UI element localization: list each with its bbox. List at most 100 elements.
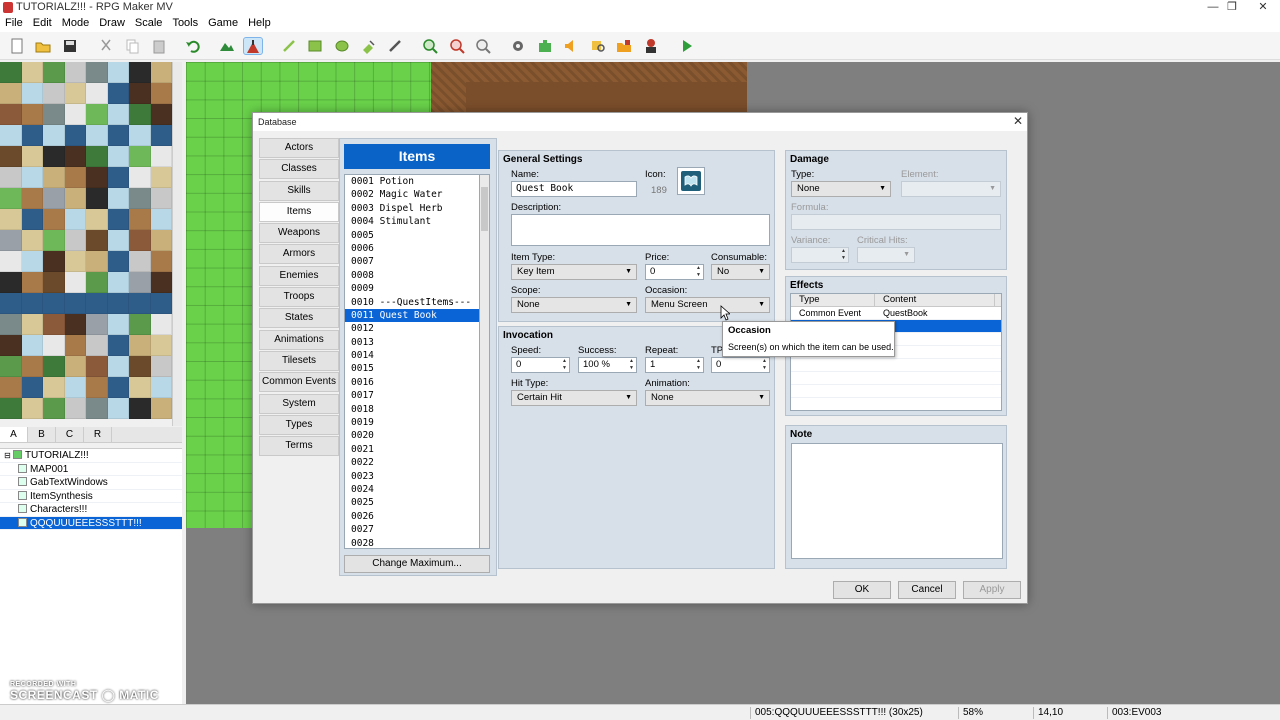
menu-mode[interactable]: Mode [57,16,95,32]
tile-swatch[interactable] [43,209,65,230]
tile-swatch[interactable] [129,125,151,146]
tile-swatch[interactable] [21,188,43,209]
tile-swatch[interactable] [129,104,151,125]
tile-swatch[interactable] [150,398,172,419]
tile-swatch[interactable] [129,398,151,419]
nav-common-events[interactable]: Common Events [259,372,339,393]
tile-swatch[interactable] [21,356,43,377]
tile-swatch[interactable] [150,167,172,188]
tile-swatch[interactable] [21,398,43,419]
plugin-manager-icon[interactable] [535,37,555,55]
effects-row-empty[interactable] [791,372,1001,385]
item-row[interactable]: 0018 [345,403,479,416]
nav-types[interactable]: Types [259,414,339,435]
map-mode-icon[interactable] [217,37,237,55]
occasion-select[interactable]: Menu Screen ▼ [645,297,770,313]
tile-swatch[interactable] [150,293,172,314]
tileset-scrollbar[interactable] [172,62,182,426]
spinner-arrows-icon[interactable]: ▲ ▼ [696,358,701,372]
item-row[interactable]: 0002 Magic Water [345,188,479,201]
pencil-tool-icon[interactable] [279,37,299,55]
tile-swatch[interactable] [21,377,43,398]
tile-swatch[interactable] [43,146,65,167]
tileset-row[interactable] [0,356,172,377]
tile-swatch[interactable] [64,230,86,251]
tile-swatch[interactable] [64,335,86,356]
tile-swatch[interactable] [64,125,86,146]
tile-swatch[interactable] [150,251,172,272]
tile-swatch[interactable] [150,356,172,377]
nav-system[interactable]: System [259,393,339,414]
tile-swatch[interactable] [43,230,65,251]
tile-swatch[interactable] [107,377,129,398]
tileset-row[interactable] [0,251,172,272]
price-spinner[interactable]: 0 ▲ ▼ [645,264,704,280]
item-row[interactable]: 0005 [345,229,479,242]
tileset-row[interactable] [0,125,172,146]
tile-swatch[interactable] [0,104,22,125]
resource-manager-icon[interactable] [614,37,634,55]
element-select[interactable]: ▼ [901,181,1001,197]
item-row[interactable]: 0026 [345,510,479,523]
tile-swatch[interactable] [129,209,151,230]
tile-swatch[interactable] [21,230,43,251]
item-row[interactable]: 0009 [345,282,479,295]
paste-icon[interactable] [149,37,169,55]
tile-swatch[interactable] [86,398,108,419]
tile-swatch[interactable] [43,356,65,377]
tile-swatch[interactable] [150,83,172,104]
name-field[interactable]: Quest Book [511,181,637,197]
tile-swatch[interactable] [150,272,172,293]
nav-armors[interactable]: Armors [259,244,339,265]
copy-icon[interactable] [122,37,142,55]
effects-row[interactable]: Common Event QuestBook [791,307,1001,320]
tile-swatch[interactable] [107,356,129,377]
new-project-icon[interactable] [7,37,27,55]
tile-swatch[interactable] [107,314,129,335]
tile-swatch[interactable] [86,167,108,188]
change-maximum-button[interactable]: Change Maximum... [344,555,490,573]
tile-swatch[interactable] [0,125,22,146]
item-row[interactable]: 0021 [345,443,479,456]
item-row[interactable]: 0019 [345,416,479,429]
tile-swatch[interactable] [129,83,151,104]
tile-swatch[interactable] [64,83,86,104]
icon-picker[interactable] [677,167,705,195]
item-row[interactable]: 0027 [345,523,479,536]
tileset-row[interactable] [0,167,172,188]
tile-swatch[interactable] [64,314,86,335]
tile-swatch[interactable] [43,251,65,272]
tile-swatch[interactable] [21,125,43,146]
tile-swatch[interactable] [43,188,65,209]
tile-swatch[interactable] [129,314,151,335]
tileset-row[interactable] [0,377,172,398]
apply-button[interactable]: Apply [963,581,1021,599]
item-row[interactable]: 0025 [345,496,479,509]
item-row-selected[interactable]: 0011 Quest Book [345,308,479,323]
tile-swatch[interactable] [21,62,43,83]
tp-gain-spinner[interactable]: 0 ▲ ▼ [711,357,770,373]
tile-swatch[interactable] [43,377,65,398]
spinner-arrows-icon[interactable]: ▲ ▼ [762,358,767,372]
tile-swatch[interactable] [129,377,151,398]
tile-swatch[interactable] [86,62,108,83]
tileset-row[interactable] [0,104,172,125]
tile-swatch[interactable] [0,251,22,272]
tile-swatch[interactable] [0,335,22,356]
zoom-in-icon[interactable] [420,37,440,55]
tile-swatch[interactable] [107,125,129,146]
item-row[interactable]: 0008 [345,269,479,282]
map-tree-item[interactable]: ItemSynthesis [0,490,182,503]
nav-items[interactable]: Items [259,201,339,222]
nav-animations[interactable]: Animations [259,329,339,350]
tile-swatch[interactable] [43,62,65,83]
tile-swatch[interactable] [129,272,151,293]
speed-spinner[interactable]: 0 ▲ ▼ [511,357,570,373]
effects-row-empty[interactable] [791,359,1001,372]
tile-swatch[interactable] [107,209,129,230]
tile-swatch[interactable] [21,314,43,335]
menu-help[interactable]: Help [243,16,276,32]
cut-icon[interactable] [96,37,116,55]
consumable-select[interactable]: No ▼ [711,264,770,280]
sound-test-icon[interactable] [561,37,581,55]
